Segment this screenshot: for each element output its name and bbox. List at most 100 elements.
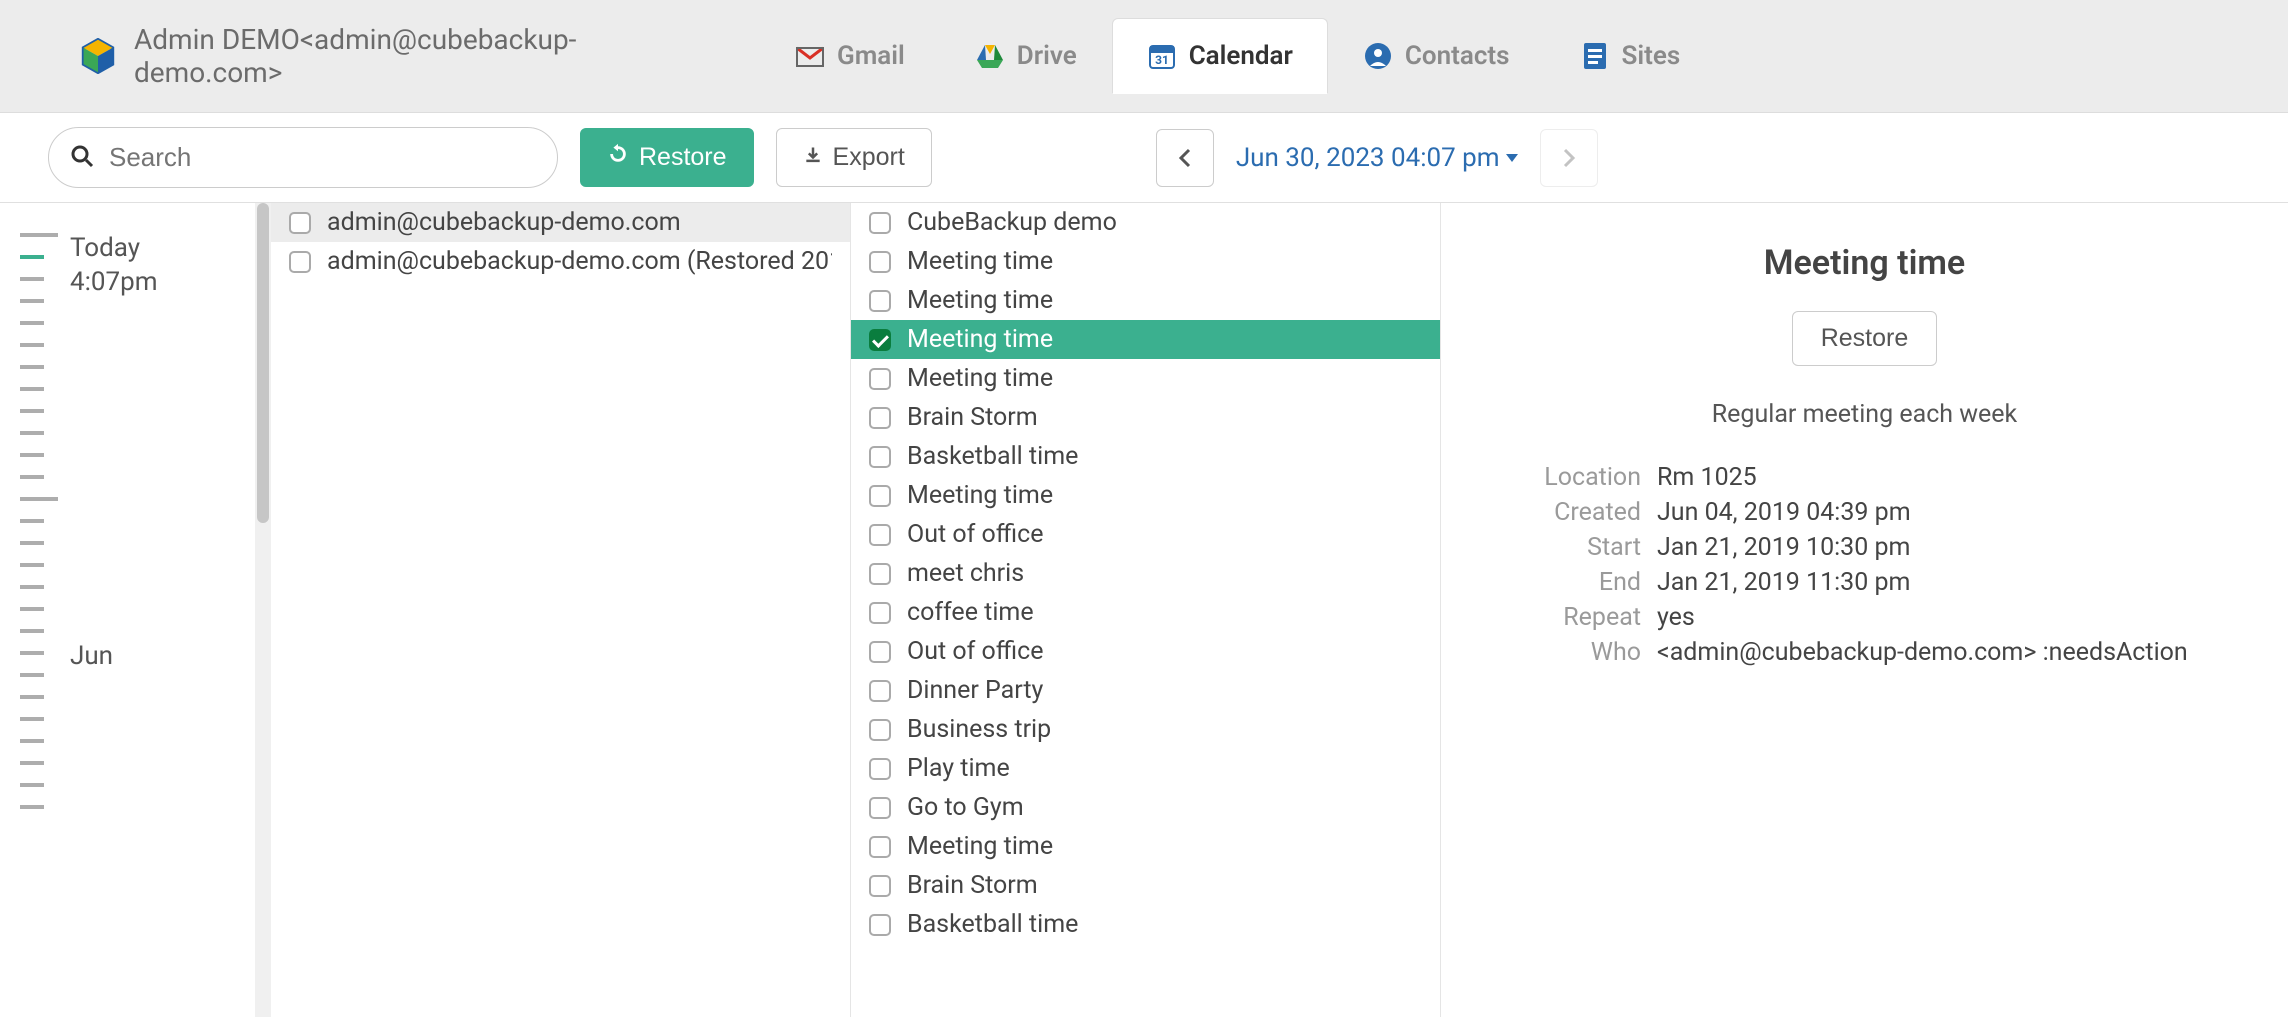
scroll-thumb[interactable] <box>257 203 269 523</box>
location-label: Location <box>1491 463 1641 492</box>
checkbox[interactable] <box>869 407 891 429</box>
tab-contacts[interactable]: Contacts <box>1328 18 1545 94</box>
checkbox[interactable] <box>289 251 311 273</box>
export-button[interactable]: Export <box>776 128 932 187</box>
checkbox[interactable] <box>869 758 891 780</box>
event-label: Meeting time <box>907 832 1053 861</box>
event-label: Out of office <box>907 637 1043 666</box>
checkbox[interactable] <box>869 914 891 936</box>
event-row[interactable]: Play time <box>851 749 1440 788</box>
event-row[interactable]: Meeting time <box>851 476 1440 515</box>
checkbox[interactable] <box>869 797 891 819</box>
checkbox[interactable] <box>869 680 891 702</box>
checkbox[interactable] <box>869 602 891 624</box>
start-value: Jan 21, 2019 10:30 pm <box>1657 533 2238 562</box>
timeline-time-label: 4:07pm <box>70 267 235 297</box>
calendar-label: admin@cubebackup-demo.com <box>327 208 681 237</box>
event-row[interactable]: Meeting time <box>851 242 1440 281</box>
event-row[interactable]: coffee time <box>851 593 1440 632</box>
restore-button[interactable]: Restore <box>580 128 754 187</box>
event-label: Play time <box>907 754 1010 783</box>
timeline: Today 4:07pm Jun <box>0 203 255 1017</box>
current-user-label: Admin DEMO<admin@cubebackup-demo.com> <box>134 23 720 89</box>
checkbox[interactable] <box>869 251 891 273</box>
event-row[interactable]: Meeting time <box>851 359 1440 398</box>
event-row[interactable]: Out of office <box>851 632 1440 671</box>
restore-label: Restore <box>639 143 727 172</box>
calendar-row[interactable]: admin@cubebackup-demo.com (Restored 2019… <box>271 242 850 281</box>
checkbox[interactable] <box>869 719 891 741</box>
timeline-today-label: Today <box>70 233 235 263</box>
tab-sites[interactable]: Sites <box>1545 18 1716 94</box>
next-snapshot-button[interactable] <box>1540 129 1598 187</box>
event-list: CubeBackup demoMeeting timeMeeting timeM… <box>851 203 1441 1017</box>
event-row[interactable]: Brain Storm <box>851 866 1440 905</box>
checkbox[interactable] <box>869 329 891 351</box>
calendar-label: admin@cubebackup-demo.com (Restored 2019… <box>327 247 832 276</box>
calendar-row[interactable]: admin@cubebackup-demo.com <box>271 203 850 242</box>
tab-gmail[interactable]: Gmail <box>760 18 940 94</box>
event-label: Basketball time <box>907 910 1078 939</box>
scrollbar[interactable] <box>255 203 271 1017</box>
event-label: Meeting time <box>907 364 1053 393</box>
end-value: Jan 21, 2019 11:30 pm <box>1657 568 2238 597</box>
event-row[interactable]: Business trip <box>851 710 1440 749</box>
event-row[interactable]: Go to Gym <box>851 788 1440 827</box>
who-label: Who <box>1491 638 1641 667</box>
event-row[interactable]: Dinner Party <box>851 671 1440 710</box>
tab-drive[interactable]: Drive <box>940 18 1112 94</box>
checkbox[interactable] <box>869 212 891 234</box>
detail-restore-button[interactable]: Restore <box>1792 311 1938 366</box>
gmail-icon <box>795 41 825 71</box>
download-icon <box>803 143 823 172</box>
sites-icon <box>1580 41 1610 71</box>
checkbox[interactable] <box>869 641 891 663</box>
checkbox[interactable] <box>869 446 891 468</box>
event-row[interactable]: Basketball time <box>851 905 1440 944</box>
detail-description: Regular meeting each week <box>1491 400 2238 429</box>
checkbox[interactable] <box>869 524 891 546</box>
checkbox[interactable] <box>869 485 891 507</box>
event-label: Basketball time <box>907 442 1078 471</box>
checkbox[interactable] <box>869 875 891 897</box>
search-input[interactable] <box>48 127 558 188</box>
snapshot-nav: Jun 30, 2023 04:07 pm <box>1156 129 1598 187</box>
repeat-value: yes <box>1657 603 2238 632</box>
tab-calendar[interactable]: 31 Calendar <box>1112 18 1328 94</box>
caret-down-icon <box>1506 154 1518 162</box>
snapshot-date-label: Jun 30, 2023 04:07 pm <box>1236 143 1500 173</box>
event-label: coffee time <box>907 598 1034 627</box>
drive-icon <box>975 41 1005 71</box>
prev-snapshot-button[interactable] <box>1156 129 1214 187</box>
calendar-list: admin@cubebackup-demo.com admin@cubebacku… <box>271 203 851 1017</box>
end-label: End <box>1491 568 1641 597</box>
event-row[interactable]: Basketball time <box>851 437 1440 476</box>
brand: Admin DEMO<admin@cubebackup-demo.com> <box>80 23 720 89</box>
event-row[interactable]: Meeting time <box>851 320 1440 359</box>
snapshot-date-picker[interactable]: Jun 30, 2023 04:07 pm <box>1228 143 1526 173</box>
event-row[interactable]: Meeting time <box>851 281 1440 320</box>
svg-text:31: 31 <box>1155 53 1169 67</box>
timeline-ticks <box>20 233 58 1017</box>
event-row[interactable]: Meeting time <box>851 827 1440 866</box>
checkbox[interactable] <box>289 212 311 234</box>
event-row[interactable]: Out of office <box>851 515 1440 554</box>
start-label: Start <box>1491 533 1641 562</box>
repeat-label: Repeat <box>1491 603 1641 632</box>
event-label: Meeting time <box>907 325 1053 354</box>
event-label: Go to Gym <box>907 793 1024 822</box>
checkbox[interactable] <box>869 563 891 585</box>
checkbox[interactable] <box>869 836 891 858</box>
event-row[interactable]: Brain Storm <box>851 398 1440 437</box>
tab-label: Sites <box>1622 41 1681 71</box>
tab-label: Calendar <box>1189 41 1293 71</box>
checkbox[interactable] <box>869 368 891 390</box>
who-value: <admin@cubebackup-demo.com> :needsAction <box>1657 638 2238 667</box>
event-row[interactable]: meet chris <box>851 554 1440 593</box>
event-label: Brain Storm <box>907 403 1038 432</box>
checkbox[interactable] <box>869 290 891 312</box>
event-row[interactable]: CubeBackup demo <box>851 203 1440 242</box>
event-label: Meeting time <box>907 286 1053 315</box>
content: Today 4:07pm Jun admin@cubebackup-demo.c… <box>0 203 2288 1017</box>
location-value: Rm 1025 <box>1657 463 2238 492</box>
